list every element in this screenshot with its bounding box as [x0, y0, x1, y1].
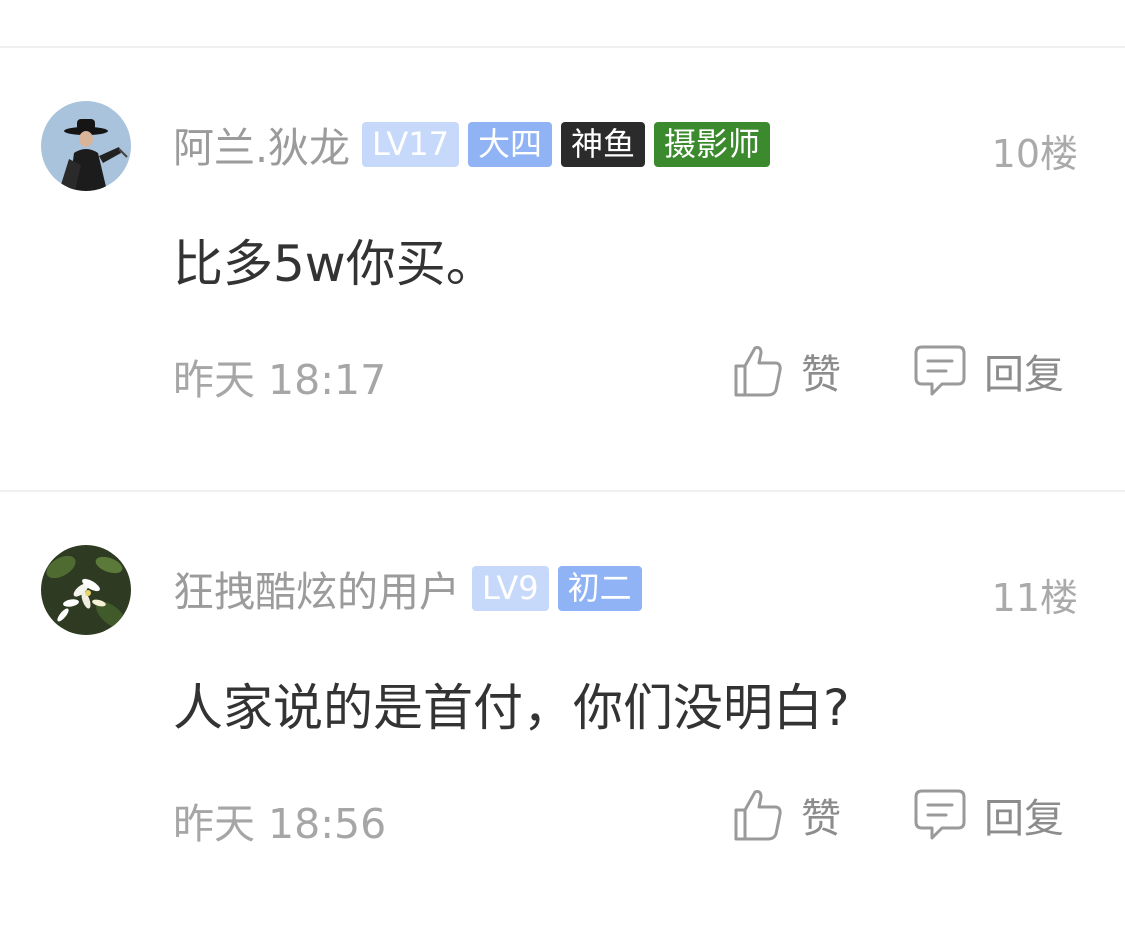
grade-badge: 初二 — [557, 565, 642, 611]
timestamp: 昨天 18:17 — [173, 356, 387, 404]
username[interactable]: 狂拽酷炫的用户 — [173, 558, 460, 618]
reply-label: 回复 — [984, 796, 1064, 842]
thumbs-up-icon — [734, 790, 782, 841]
role-badge: 摄影师 — [654, 121, 771, 167]
comment-text: 比多5w你买。 — [173, 235, 496, 293]
avatar-white-flowers-icon — [41, 545, 131, 635]
like-label: 赞 — [801, 352, 841, 398]
divider — [0, 490, 1125, 492]
like-button[interactable]: 赞 — [733, 785, 841, 845]
floor-number: 11楼 — [991, 576, 1078, 620]
level-badge: LV9 — [472, 565, 549, 611]
floor-number: 10楼 — [991, 132, 1078, 176]
name-row: 阿兰.狄龙 LV17 大四 神鱼 摄影师 — [173, 119, 771, 172]
thumbs-up-icon — [734, 346, 782, 397]
like-button[interactable]: 赞 — [733, 341, 841, 401]
avatar[interactable] — [41, 101, 131, 191]
username[interactable]: 阿兰.狄龙 — [173, 114, 350, 174]
level-badge: LV17 — [362, 121, 459, 167]
like-label: 赞 — [801, 796, 841, 842]
chat-bubble-icon — [914, 345, 966, 396]
reply-label: 回复 — [984, 352, 1064, 398]
reply-button[interactable]: 回复 — [914, 785, 1064, 845]
comment-text: 人家说的是首付，你们没明白? — [173, 679, 850, 737]
name-row: 狂拽酷炫的用户 LV9 初二 — [173, 563, 642, 616]
grade-badge: 大四 — [467, 121, 552, 167]
divider — [0, 46, 1125, 48]
timestamp: 昨天 18:56 — [173, 800, 387, 848]
comment-item-11: 狂拽酷炫的用户 LV9 初二 11楼 人家说的是首付，你们没明白? 昨天 18:… — [0, 545, 1125, 934]
title-badge: 神鱼 — [560, 121, 645, 167]
chat-bubble-icon — [914, 789, 966, 840]
avatar-person-in-black-hat-icon — [41, 101, 131, 191]
avatar[interactable] — [41, 545, 131, 635]
comment-list: 阿兰.狄龙 LV17 大四 神鱼 摄影师 10楼 比多5w你买。 昨天 18:1… — [0, 0, 1125, 934]
reply-button[interactable]: 回复 — [914, 341, 1064, 401]
comment-item-10: 阿兰.狄龙 LV17 大四 神鱼 摄影师 10楼 比多5w你买。 昨天 18:1… — [0, 101, 1125, 501]
